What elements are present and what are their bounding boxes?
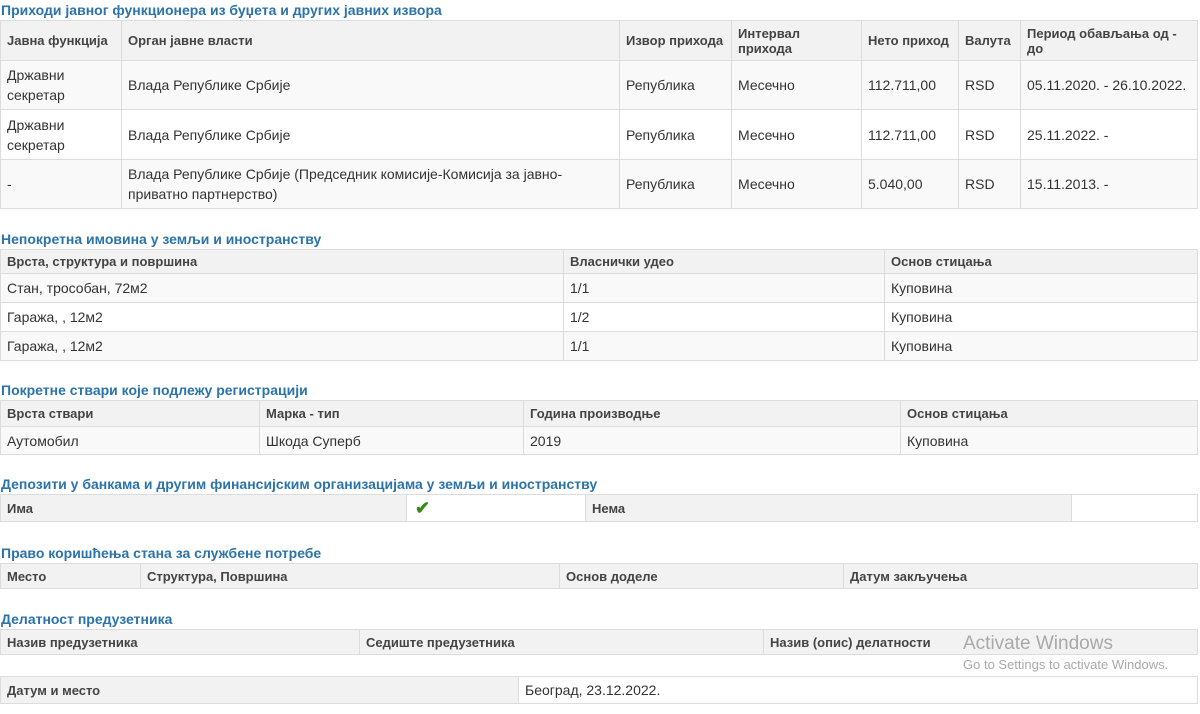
col-header: Марка - тип xyxy=(259,400,524,427)
cell: Куповина xyxy=(900,426,1198,455)
deposits-section-title: Депозити у банкама и другим финансијским… xyxy=(1,476,598,492)
cell: 1/1 xyxy=(563,273,885,303)
col-header: Нето приход xyxy=(861,20,959,61)
cell: 112.711,00 xyxy=(861,109,959,160)
col-header: Седиште предузетника xyxy=(359,629,764,655)
apartment-table: Место Структура, Површина Основ доделе Д… xyxy=(0,563,1198,589)
entrepreneur-section-title: Делатност предузетника xyxy=(1,611,173,627)
cell: RSD xyxy=(958,159,1021,209)
vehicles-section-title: Покретне ствари које подлежу регистрациј… xyxy=(1,382,308,398)
col-header: Датум закључења xyxy=(843,563,1198,589)
col-header: Место xyxy=(0,563,141,589)
table-row: - Влада Републике Србије (Председник ком… xyxy=(0,159,1198,209)
cell: Гаража, , 12м2 xyxy=(0,302,564,332)
col-header: Врста ствари xyxy=(0,400,260,427)
footer-label: Датум и место xyxy=(0,676,519,704)
cell: Куповина xyxy=(884,331,1198,361)
cell: RSD xyxy=(958,60,1021,110)
cell: 112.711,00 xyxy=(861,60,959,110)
check-icon: ✔ xyxy=(415,497,431,518)
realestate-header-row: Врста, структура и површина Власнички уд… xyxy=(0,249,1198,274)
cell: Стан, трособан, 72м2 xyxy=(0,273,564,303)
realestate-table: Врста, структура и површина Власнички уд… xyxy=(0,249,1198,361)
income-table: Јавна функција Орган јавне власти Извор … xyxy=(0,20,1198,209)
cell: 2019 xyxy=(523,426,901,455)
table-row: Стан, трособан, 72м2 1/1 Куповина xyxy=(0,273,1198,303)
cell: Државни секретар xyxy=(0,60,122,110)
cell: Месечно xyxy=(731,109,862,160)
deposits-table: Има ✔ Нема xyxy=(0,494,1198,522)
deposits-none-value xyxy=(1071,494,1198,522)
table-row: Државни секретар Влада Републике Србије … xyxy=(0,60,1198,110)
col-header: Основ стицања xyxy=(884,249,1198,274)
col-header: Интервал прихода xyxy=(731,20,862,61)
table-row: Аутомобил Шкода Суперб 2019 Куповина xyxy=(0,426,1198,455)
col-header: Извор прихода xyxy=(619,20,732,61)
realestate-section-title: Непокретна имовина у земљи и иностранств… xyxy=(1,231,322,247)
col-header: Јавна функција xyxy=(0,20,122,61)
cell: Влада Републике Србије (Председник комис… xyxy=(121,159,620,209)
vehicles-header-row: Врста ствари Марка - тип Година производ… xyxy=(0,400,1198,427)
cell: 25.11.2022. - xyxy=(1020,109,1198,160)
deposits-has-label: Има xyxy=(0,494,407,522)
cell: Месечно xyxy=(731,60,862,110)
cell: Влада Републике Србије xyxy=(121,60,620,110)
cell: RSD xyxy=(958,109,1021,160)
cell: Аутомобил xyxy=(0,426,260,455)
cell: 5.040,00 xyxy=(861,159,959,209)
deposits-none-label: Нема xyxy=(585,494,1072,522)
col-header: Период обављања од - до xyxy=(1020,20,1198,61)
col-header: Врста, структура и површина xyxy=(0,249,564,274)
cell: Гаража, , 12м2 xyxy=(0,331,564,361)
col-header: Година производње xyxy=(523,400,901,427)
income-section-title: Приходи јавног функционера из буџета и д… xyxy=(1,2,442,18)
table-row: Државни секретар Влада Републике Србије … xyxy=(0,109,1198,160)
col-header: Орган јавне власти xyxy=(121,20,620,61)
deposits-has-value: ✔ xyxy=(406,494,586,522)
table-row: Гаража, , 12м2 1/1 Куповина xyxy=(0,331,1198,361)
col-header: Власнички удео xyxy=(563,249,885,274)
col-header: Основ доделе xyxy=(559,563,844,589)
col-header: Основ стицања xyxy=(900,400,1198,427)
footer-table: Датум и место Београд, 23.12.2022. xyxy=(0,676,1198,704)
cell: Месечно xyxy=(731,159,862,209)
deposits-row: Има ✔ Нема xyxy=(0,494,1198,522)
cell: Шкода Суперб xyxy=(259,426,524,455)
footer-value: Београд, 23.12.2022. xyxy=(518,676,1198,704)
cell: - xyxy=(0,159,122,209)
apartment-section-title: Право коришћења стана за службене потреб… xyxy=(1,545,322,561)
table-row: Гаража, , 12м2 1/2 Куповина xyxy=(0,302,1198,332)
declaration-page: Приходи јавног функционера из буџета и д… xyxy=(0,0,1198,704)
vehicles-table: Врста ствари Марка - тип Година производ… xyxy=(0,400,1198,455)
cell: Куповина xyxy=(884,302,1198,332)
col-header: Структура, Површина xyxy=(140,563,560,589)
col-header: Валута xyxy=(958,20,1021,61)
watermark-subtitle: Go to Settings to activate Windows. xyxy=(963,657,1169,672)
activate-windows-watermark: Activate Windows Go to Settings to activ… xyxy=(963,633,1168,673)
watermark-title: Activate Windows xyxy=(963,633,1113,654)
income-header-row: Јавна функција Орган јавне власти Извор … xyxy=(0,20,1198,61)
cell: 05.11.2020. - 26.10.2022. xyxy=(1020,60,1198,110)
cell: 1/1 xyxy=(563,331,885,361)
cell: 1/2 xyxy=(563,302,885,332)
cell: Државни секретар xyxy=(0,109,122,160)
apartment-header-row: Место Структура, Површина Основ доделе Д… xyxy=(0,563,1198,589)
cell: Република xyxy=(619,109,732,160)
footer-row: Датум и место Београд, 23.12.2022. xyxy=(0,676,1198,704)
cell: Влада Републике Србије xyxy=(121,109,620,160)
col-header: Назив предузетника xyxy=(0,629,360,655)
cell: Република xyxy=(619,159,732,209)
cell: Република xyxy=(619,60,732,110)
cell: 15.11.2013. - xyxy=(1020,159,1198,209)
cell: Куповина xyxy=(884,273,1198,303)
